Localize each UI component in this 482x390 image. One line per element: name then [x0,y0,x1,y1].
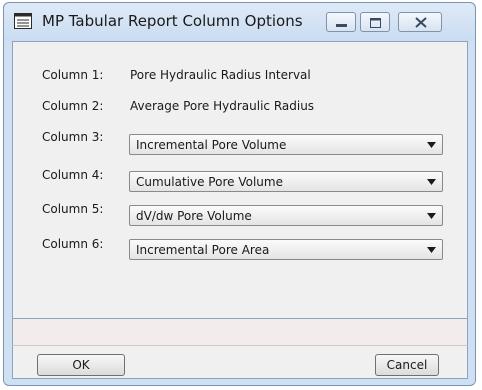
cancel-button[interactable]: Cancel [375,354,439,376]
status-strip [12,319,468,345]
column-5-selected-value: dV/dw Pore Volume [136,209,252,223]
maximize-icon [370,18,381,28]
close-button[interactable] [398,12,442,32]
column-options-panel: Column 1: Pore Hydraulic Radius Interval… [12,41,468,319]
column-2-value: Average Pore Hydraulic Radius [130,99,315,113]
column-4-selected-value: Cumulative Pore Volume [136,175,283,189]
column-1-value: Pore Hydraulic Radius Interval [130,68,311,82]
column-6-select[interactable]: Incremental Pore Area [129,239,443,260]
chevron-down-icon [427,247,436,253]
column-2-label: Column 2: [42,99,104,113]
chevron-down-icon [427,179,436,185]
minimize-icon [336,24,347,27]
dialog-window: MP Tabular Report Column Options Column … [3,2,476,386]
column-5-select[interactable]: dV/dw Pore Volume [129,205,443,226]
ok-button[interactable]: OK [37,354,125,376]
chevron-down-icon [427,213,436,219]
column-4-label: Column 4: [42,168,104,182]
chevron-down-icon [427,142,436,148]
column-3-selected-value: Incremental Pore Volume [136,138,287,152]
column-1-label: Column 1: [42,68,104,82]
column-6-label: Column 6: [42,237,104,251]
maximize-button[interactable] [360,12,390,32]
column-4-select[interactable]: Cumulative Pore Volume [129,171,443,192]
window-app-icon [14,13,32,29]
column-3-label: Column 3: [42,130,104,144]
window-title: MP Tabular Report Column Options [42,12,303,30]
minimize-button[interactable] [326,12,356,32]
title-bar[interactable]: MP Tabular Report Column Options [4,3,475,41]
column-3-select[interactable]: Incremental Pore Volume [129,134,443,155]
column-6-selected-value: Incremental Pore Area [136,243,270,257]
close-icon [415,17,427,28]
column-5-label: Column 5: [42,202,104,216]
dialog-footer: OK Cancel [12,345,468,379]
